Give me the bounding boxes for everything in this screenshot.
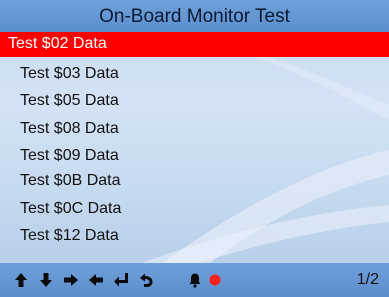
title-bar: On-Board Monitor Test: [0, 0, 389, 32]
back-icon[interactable]: [137, 271, 155, 289]
enter-icon[interactable]: [112, 271, 130, 289]
record-icon: [209, 274, 221, 286]
bottom-toolbar: 1/2: [0, 263, 389, 297]
menu-item-label: Test $0C Data: [20, 200, 122, 217]
menu-item-label: Test $03 Data: [20, 65, 119, 82]
page-indicator: 1/2: [356, 271, 379, 288]
bell-icon: [189, 273, 201, 288]
screen: On-Board Monitor Test Test $02 Data Test…: [0, 0, 389, 297]
menu-item-test-03[interactable]: Test $03 Data: [0, 62, 389, 86]
menu-item-label: Test $12 Data: [20, 227, 119, 244]
down-arrow-icon[interactable]: [37, 271, 55, 289]
page-title: On-Board Monitor Test: [99, 6, 290, 27]
menu-item-test-08[interactable]: Test $08 Data: [0, 117, 389, 141]
menu-item-label: Test $05 Data: [20, 92, 119, 109]
menu-item-label: Test $02 Data: [8, 35, 107, 52]
menu-item-test-05[interactable]: Test $05 Data: [0, 89, 389, 113]
menu-item-test-0b[interactable]: Test $0B Data: [0, 169, 389, 193]
menu-item-test-0c[interactable]: Test $0C Data: [0, 197, 389, 221]
menu-item-test-02[interactable]: Test $02 Data: [0, 32, 389, 57]
up-arrow-icon[interactable]: [12, 271, 30, 289]
menu-item-label: Test $08 Data: [20, 120, 119, 137]
left-arrow-icon[interactable]: [87, 271, 105, 289]
menu-item-label: Test $0B Data: [20, 172, 121, 189]
right-arrow-icon[interactable]: [62, 271, 80, 289]
menu-item-test-09[interactable]: Test $09 Data: [0, 144, 389, 168]
menu-item-label: Test $09 Data: [20, 147, 119, 164]
menu-item-test-12[interactable]: Test $12 Data: [0, 224, 389, 248]
